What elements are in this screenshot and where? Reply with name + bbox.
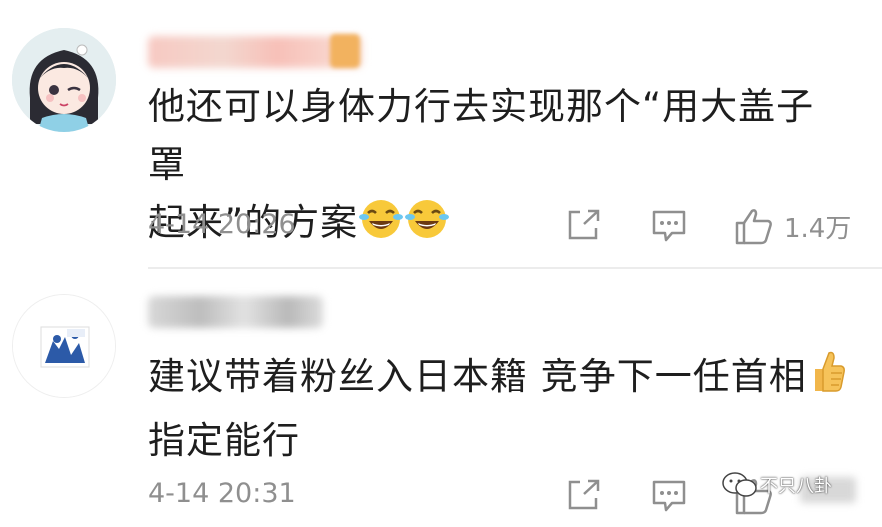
like-count: 1.4万 — [784, 213, 852, 244]
share-button[interactable] — [566, 478, 602, 512]
wechat-icon — [722, 472, 757, 497]
share-button[interactable] — [566, 208, 602, 242]
watermark-text: 不只八卦 — [760, 476, 832, 497]
comment-text-fragment: 建议带着粉丝入日本籍 竞争下一任首相 — [148, 355, 807, 398]
username-blurred[interactable] — [148, 296, 323, 328]
comment-icon — [652, 480, 686, 512]
comment-text: 建议带着粉丝入日本籍 竞争下一任首相 指定能行 — [148, 348, 848, 470]
thumbs-up-emoji-icon — [807, 349, 847, 412]
laughing-tears-emoji-icon — [404, 197, 450, 258]
reply-button[interactable] — [651, 479, 687, 513]
divider — [148, 267, 882, 269]
watermark: 不只八卦 — [720, 470, 832, 500]
share-icon — [568, 479, 600, 510]
comment-text-line: 指定能行 — [148, 419, 300, 462]
timestamp: 4-14 20:26 — [148, 209, 296, 240]
comment-icon — [652, 210, 686, 242]
comment-text-line: 建议带着粉丝入日本籍 竞争下一任首相 — [148, 348, 848, 412]
comment-item: 他还可以身体力行去实现那个“用大盖子罩 起来”的方案 4-14 20:26 1.… — [0, 0, 882, 269]
thumbs-up-icon — [735, 209, 772, 245]
timestamp: 4-14 20:31 — [148, 478, 296, 509]
reply-button[interactable] — [651, 209, 687, 243]
share-icon — [568, 209, 600, 240]
comment-text-line: 他还可以身体力行去实现那个“用大盖子罩 — [148, 85, 815, 186]
laughing-tears-emoji-icon — [358, 197, 404, 258]
member-badge-icon — [330, 34, 360, 68]
avatar[interactable] — [12, 28, 116, 132]
avatar[interactable] — [12, 294, 116, 398]
like-button[interactable]: 1.4万 — [734, 206, 851, 246]
